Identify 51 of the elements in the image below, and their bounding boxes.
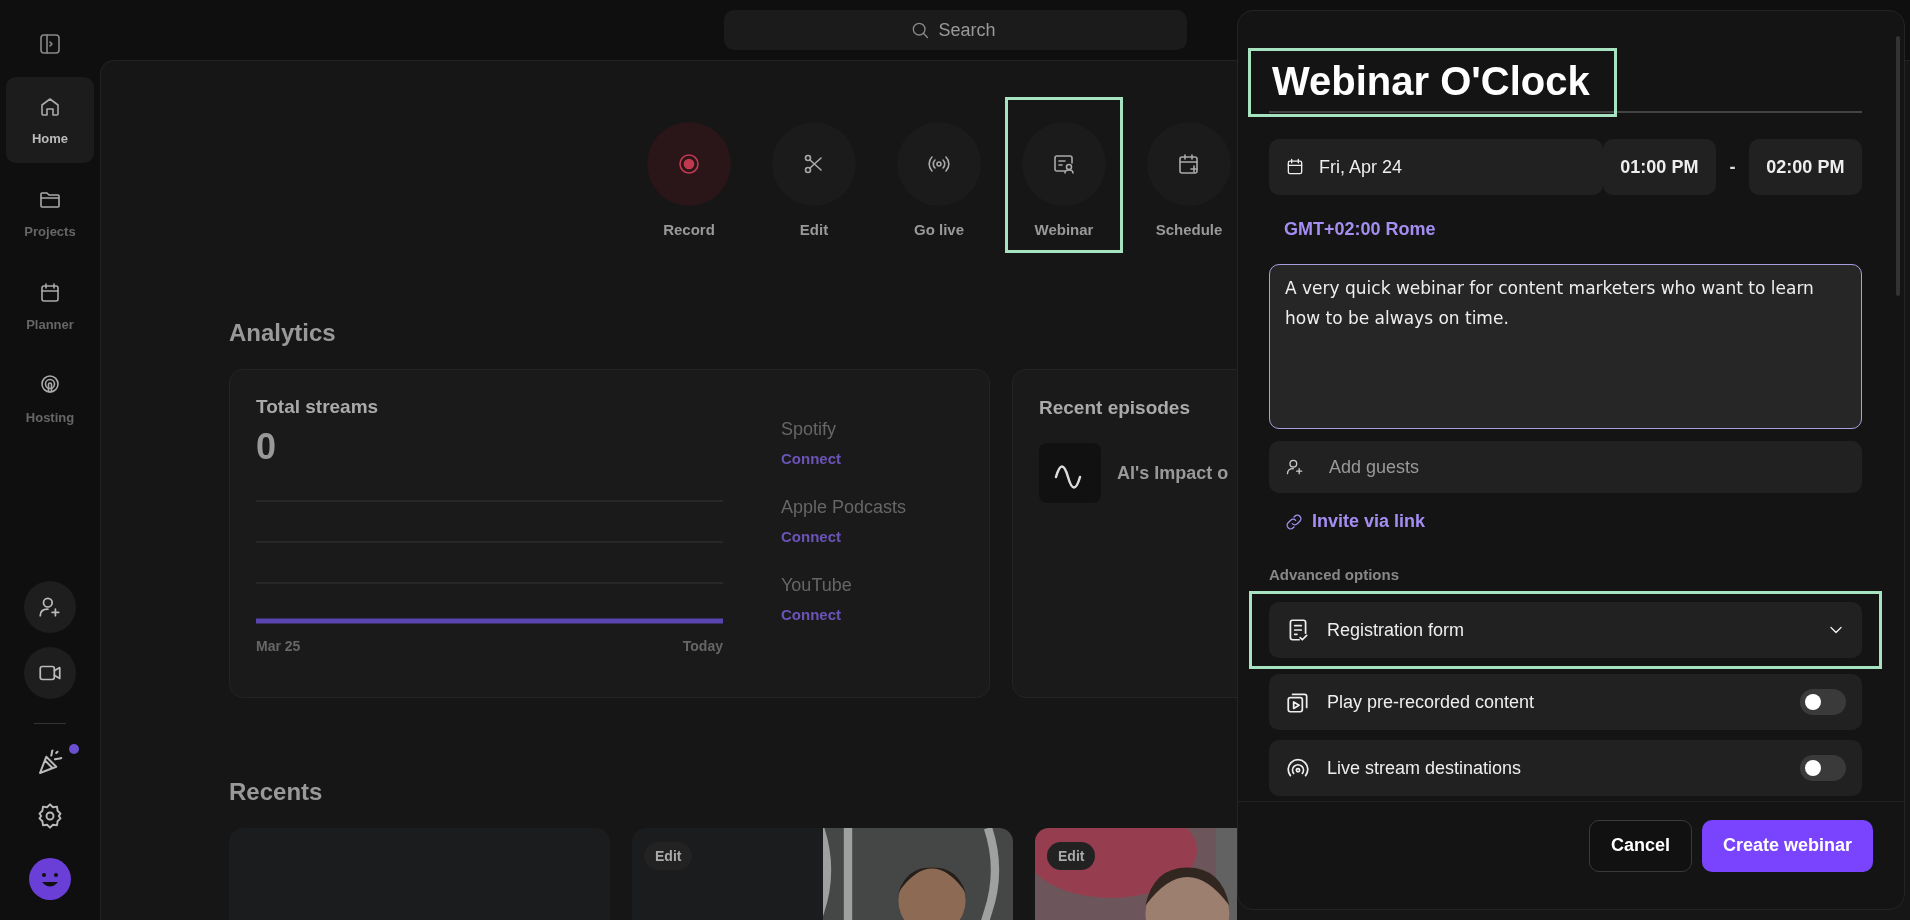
card-title: Total streams [256,396,380,418]
option-row[interactable]: Registration form [1269,602,1862,658]
timezone-link[interactable]: GMT+02:00 Rome [1284,219,1862,241]
action-button[interactable]: Edit [755,97,873,253]
webinar-title-field[interactable]: Webinar O'Clock [1248,48,1617,118]
avatar-icon[interactable] [29,858,71,900]
waveform-icon [1039,443,1101,503]
platform-name: Spotify [781,419,838,440]
nav-item[interactable]: Home [6,77,94,163]
sidebar-toggle-icon[interactable] [38,32,62,56]
section-heading: Recents [229,778,323,806]
section-label: Advanced options [1269,566,1400,583]
invite-link[interactable]: Invite via link [1284,511,1426,532]
option-row[interactable]: Live stream destinations [1269,740,1862,796]
action-button[interactable]: Record [630,97,748,253]
platform-name: YouTube [781,575,853,596]
record-icon [677,152,701,176]
edit-badge[interactable]: Edit [644,842,693,870]
card-title: Recent episodes [1039,397,1190,418]
recent-card[interactable]: Edit [632,828,1013,920]
option-row[interactable]: Play pre-recorded content [1269,674,1862,730]
action-button[interactable]: Go live [880,97,998,253]
camera-button[interactable] [24,647,76,699]
description-field[interactable]: A very quick webinar for content marketers who want to learn how to be always on time. [1269,264,1862,429]
create-button[interactable]: Create webinar [1701,819,1873,872]
edit-badge[interactable]: Edit [1047,842,1096,870]
axis-label: Mar 25 [256,638,301,654]
stream-count: 0 [256,426,278,468]
action-button[interactable]: Schedule [1130,97,1248,253]
episode-title[interactable]: AI's Impact o [1117,462,1229,484]
date-picker[interactable]: Fri, Apr 24 [1269,139,1603,196]
calendar-icon [38,280,62,305]
section-heading: Analytics [229,319,336,347]
platform-name: Apple Podcasts [781,497,907,518]
cancel-button[interactable]: Cancel [1588,819,1692,872]
axis-label: Today [682,638,723,654]
toggle-switch[interactable] [1800,689,1846,715]
calendar-plus-icon [1177,152,1201,176]
add-guests-field[interactable]: Add guests [1269,441,1862,493]
search-field[interactable]: Search [723,10,1187,50]
webinar-icon [1052,152,1076,176]
link-icon [1284,511,1304,532]
toggle-switch[interactable] [1800,755,1846,781]
time-separator: - [1728,156,1737,178]
action-button[interactable]: Webinar [1005,97,1123,253]
recent-card[interactable]: Edit [1035,828,1237,920]
settings-icon[interactable] [36,802,64,830]
add-user-button[interactable] [24,581,76,633]
end-time-picker[interactable]: 02:00 PM [1748,139,1862,196]
start-time-picker[interactable]: 01:00 PM [1602,139,1716,196]
add-user-icon [1285,457,1305,477]
